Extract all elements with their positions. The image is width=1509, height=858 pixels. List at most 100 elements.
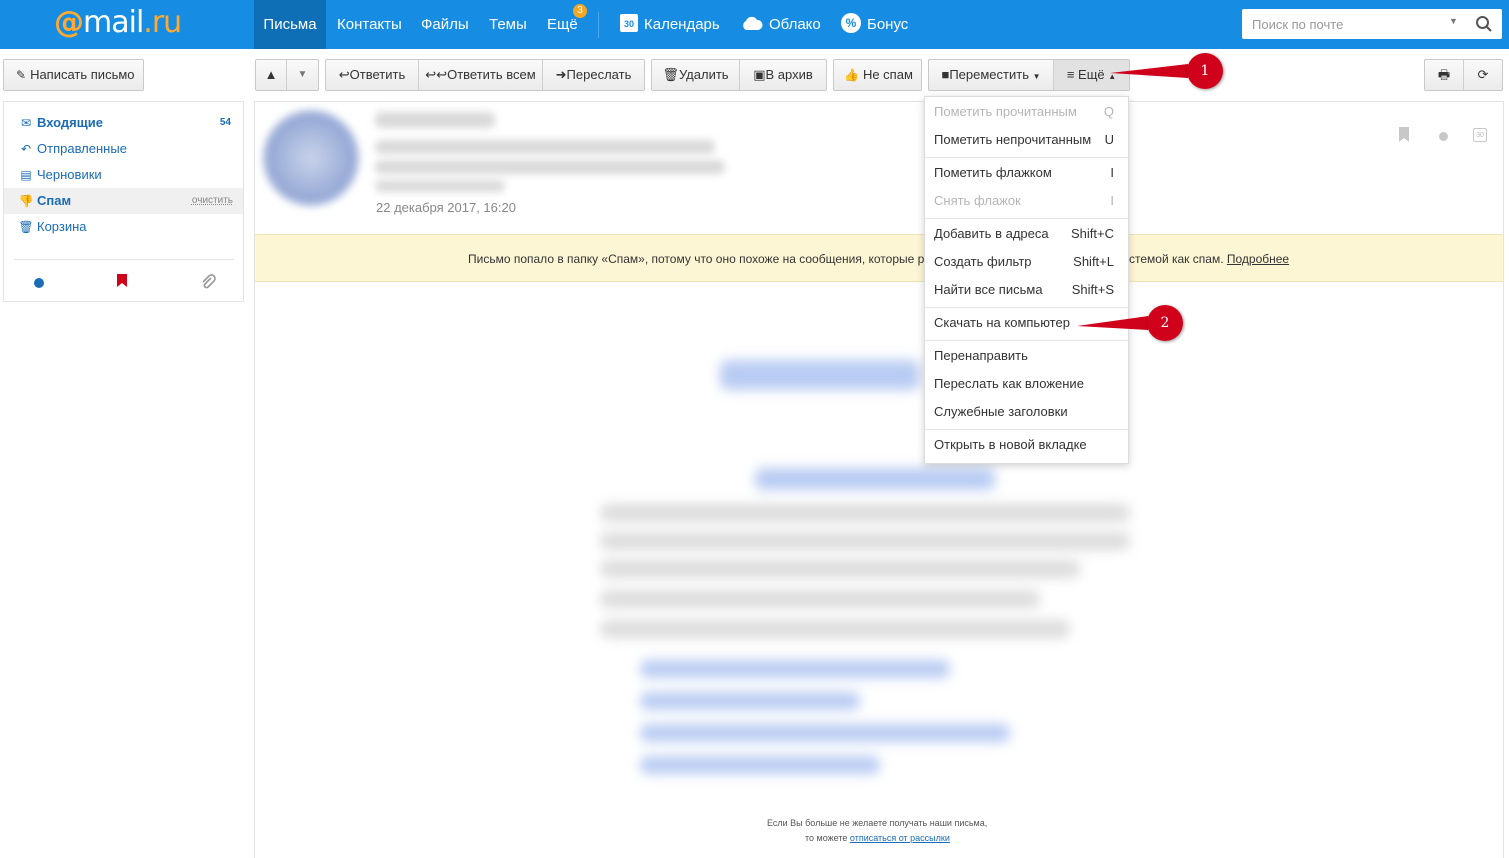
mailru-logo[interactable]: @mail.ru (54, 5, 182, 41)
more-label: ≡ Ещё (1066, 67, 1105, 82)
menu-mark-read[interactable]: Пометить прочитанным Q (925, 98, 1128, 126)
search-icon[interactable] (1475, 15, 1493, 33)
clear-spam-link[interactable]: очистить (192, 188, 233, 214)
menu-divider (925, 307, 1128, 308)
compose-label: Написать письмо (30, 67, 135, 82)
menu-item-label: Снять флажок (934, 193, 1021, 208)
more-button[interactable]: ≡ Ещё ▲ (1054, 60, 1129, 90)
spam-notice-tail: стемой как спам. (1129, 252, 1224, 266)
unsubscribe-link[interactable]: отписаться от рассылки (850, 833, 950, 843)
search-dropdown-icon[interactable]: ▼ (1449, 16, 1458, 26)
menu-mark-unread[interactable]: Пометить непрочитанным U (925, 126, 1128, 154)
delete-button[interactable]: 🗑Удалить (652, 60, 740, 90)
print-button[interactable]: 🖶 (1425, 60, 1464, 90)
flag-icon[interactable] (1398, 127, 1410, 143)
menu-unflag[interactable]: Снять флажок I (925, 187, 1128, 215)
folder-inbox[interactable]: ✉ Входящие 54 (4, 110, 243, 136)
menu-item-label: Пометить флажком (934, 165, 1052, 180)
reply-button[interactable]: ↩Ответить (326, 60, 419, 90)
logo-at: @ (54, 5, 84, 40)
menu-item-label: Перенаправить (934, 348, 1028, 363)
move-label: Переместить (949, 67, 1029, 82)
folder-label: Корзина (37, 219, 87, 234)
sender-name-blurred (375, 112, 495, 128)
archive-button[interactable]: ▣В архив (740, 60, 826, 90)
reply-label: Ответить (349, 67, 406, 82)
flag-filter-icon[interactable] (116, 274, 128, 288)
read-status-icon[interactable] (1439, 132, 1448, 141)
menu-divider (925, 429, 1128, 430)
menu-add-to-contacts[interactable]: Добавить в адреса Shift+C (925, 220, 1128, 248)
forward-icon: ➜ (555, 67, 567, 82)
spam-more-link[interactable]: Подробнее (1227, 252, 1289, 266)
nav-calendar[interactable]: 30 Календарь (620, 0, 720, 49)
body-list-blurred (640, 724, 1010, 742)
folder-trash[interactable]: 🗑 Корзина (4, 214, 243, 240)
menu-download[interactable]: Скачать на компьютер (925, 309, 1128, 337)
compose-button[interactable]: ✎ Написать письмо (3, 59, 144, 91)
nav-divider (598, 12, 599, 38)
shortcut-key: Shift+S (1071, 282, 1114, 297)
logo-ru: .ru (143, 5, 182, 40)
menu-item-label: Открыть в новой вкладке (934, 437, 1087, 452)
reply-group: ↩Ответить ↩↩Ответить всем ➜Переслать (325, 59, 645, 91)
more-badge: 3 (573, 4, 587, 18)
menu-redirect[interactable]: Перенаправить (925, 342, 1128, 370)
sender-address-blurred (375, 140, 715, 154)
nav-contacts[interactable]: Контакты (337, 0, 402, 49)
menu-flag[interactable]: Пометить флажком I (925, 159, 1128, 187)
folder-spam[interactable]: 👎 Спам очистить (4, 188, 243, 214)
nav-files[interactable]: Файлы (421, 0, 469, 49)
nav-cloud[interactable]: Облако (741, 0, 821, 49)
message-pane: 22 декабря 2017, 16:20 30 Письмо попало … (254, 101, 1504, 858)
sender-avatar (263, 110, 359, 206)
forward-button[interactable]: ➜Переслать (543, 60, 644, 90)
arrow-up-icon: ▲ (264, 67, 278, 82)
menu-find-all[interactable]: Найти все письма Shift+S (925, 276, 1128, 304)
menu-item-label: Найти все письма (934, 282, 1043, 297)
shortcut-key: Shift+C (1071, 226, 1114, 241)
not-spam-label: Не спам (862, 67, 913, 82)
unread-filter-icon[interactable] (34, 278, 44, 288)
folder-drafts[interactable]: ▤ Черновики (4, 162, 243, 188)
not-spam-button[interactable]: 👍 Не спам (833, 59, 922, 91)
reply-icon: ↩ (338, 67, 350, 82)
refresh-button[interactable]: ⟳ (1464, 60, 1502, 90)
body-list-blurred (640, 660, 950, 678)
top-bar: @mail.ru Письма Контакты Файлы Темы Ещё … (0, 0, 1509, 49)
next-message-button[interactable]: ▼ (287, 60, 318, 90)
footer-unsubscribe-line: то можете отписаться от рассылки (805, 833, 950, 843)
move-button[interactable]: ■Переместить ▼ (929, 60, 1054, 90)
compose-icon: ✎ (16, 68, 27, 82)
folder-sent[interactable]: ↶ Отправленные (4, 136, 243, 162)
recipient-blurred (375, 180, 505, 192)
callout-2: 2 (1147, 305, 1183, 341)
shortcut-key: Q (1103, 104, 1114, 119)
nav-bonus[interactable]: % Бонус (841, 0, 908, 49)
folder-label: Спам (37, 193, 72, 208)
reply-all-button[interactable]: ↩↩Ответить всем (419, 60, 543, 90)
menu-item-label: Добавить в адреса (934, 226, 1049, 241)
calendar-event-icon[interactable]: 30 (1473, 128, 1487, 142)
spam-notice-text-end: стемой как спам. Подробнее (1129, 252, 1289, 266)
menu-forward-as-attachment[interactable]: Переслать как вложение (925, 370, 1128, 398)
menu-create-filter[interactable]: Создать фильтр Shift+L (925, 248, 1128, 276)
menu-headers[interactable]: Служебные заголовки (925, 398, 1128, 426)
menu-divider (925, 340, 1128, 341)
reply-all-icon: ↩↩ (425, 67, 448, 82)
nav-themes[interactable]: Темы (489, 0, 527, 49)
body-text-blurred (600, 504, 1130, 522)
body-list-blurred (640, 692, 860, 710)
nav-bonus-label: Бонус (867, 16, 909, 33)
menu-item-label: Пометить непрочитанным (934, 132, 1092, 147)
shortcut-key: U (1104, 132, 1114, 147)
sent-arrow-icon: ↶ (20, 142, 32, 156)
menu-item-label: Переслать как вложение (934, 376, 1084, 391)
menu-open-new-tab[interactable]: Открыть в новой вкладке (925, 431, 1128, 459)
menu-item-label: Скачать на компьютер (934, 315, 1070, 330)
folder-label: Входящие (37, 115, 103, 130)
search-input[interactable] (1242, 9, 1442, 39)
nav-letters[interactable]: Письма (254, 0, 326, 49)
prev-message-button[interactable]: ▲ (256, 60, 287, 90)
attachment-filter-icon[interactable] (200, 274, 216, 290)
